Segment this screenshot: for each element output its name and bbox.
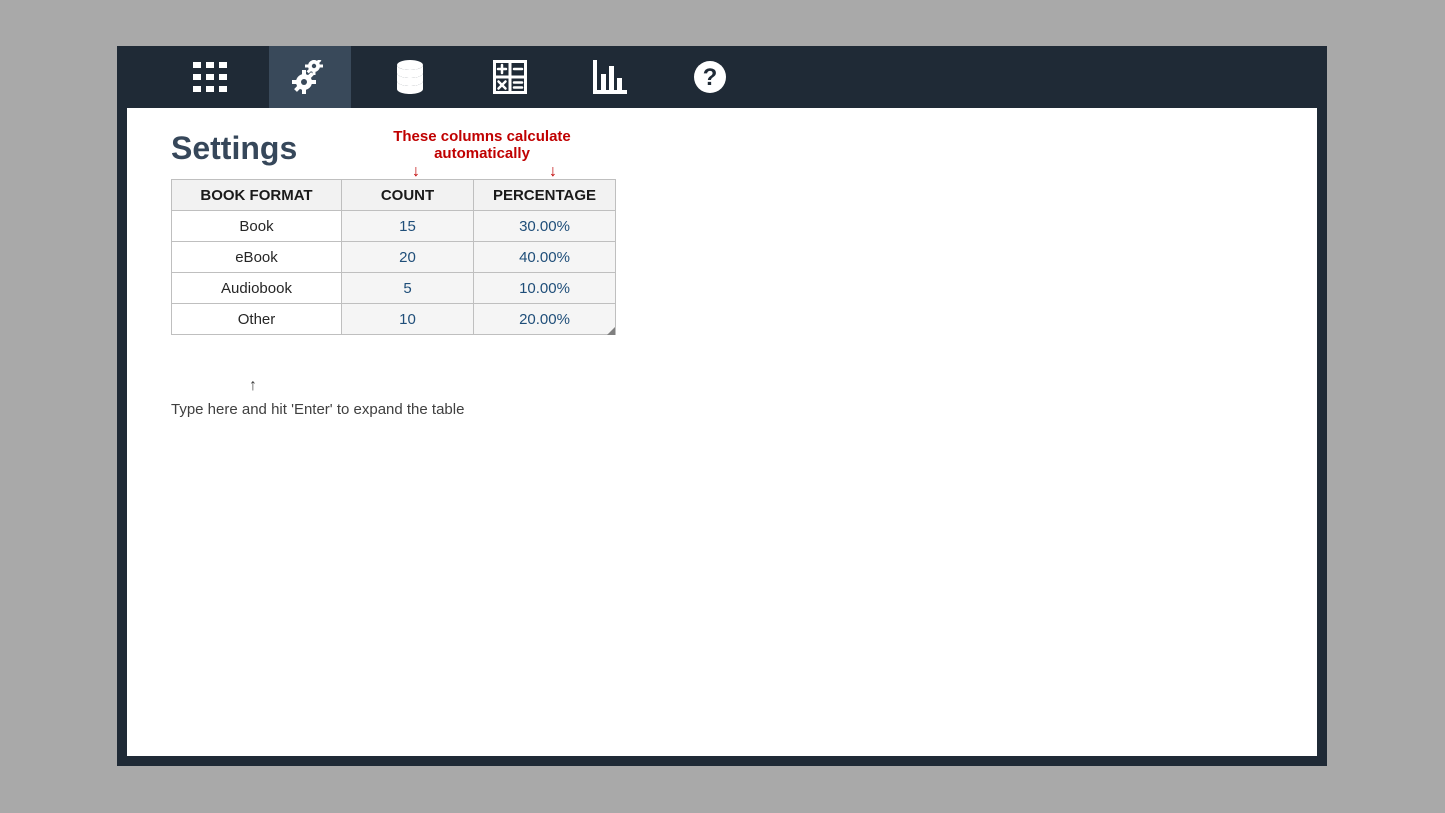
auto-calc-hint: These columns calculate automatically ↓ … [357, 128, 607, 182]
cell-percentage[interactable]: 40.00% [474, 242, 616, 273]
cell-percentage[interactable]: 20.00% [474, 304, 616, 335]
header-count: COUNT [342, 180, 474, 211]
cell-percentage[interactable]: 10.00% [474, 273, 616, 304]
down-arrow-icon: ↓ [549, 164, 557, 180]
apps-icon [193, 62, 227, 92]
table-row[interactable]: Book 15 30.00% [172, 211, 616, 242]
calculator-icon [493, 60, 527, 94]
cell-count[interactable]: 10 [342, 304, 474, 335]
toolbar-help-button[interactable]: ? [669, 46, 751, 108]
header-format: BOOK FORMAT [172, 180, 342, 211]
app-frame: ? Settings These columns calculate autom… [117, 46, 1327, 766]
table-row[interactable]: Other 10 20.00% [172, 304, 616, 335]
toolbar-settings-button[interactable] [269, 46, 351, 108]
down-arrow-icon: ↓ [412, 164, 420, 180]
toolbar: ? [117, 46, 1327, 108]
cell-format[interactable]: eBook [172, 242, 342, 273]
table-row[interactable]: Audiobook 5 10.00% [172, 273, 616, 304]
up-arrow-icon: ↑ [249, 377, 1273, 395]
content-area: Settings These columns calculate automat… [127, 108, 1317, 756]
toolbar-data-button[interactable] [369, 46, 451, 108]
settings-table-wrap: BOOK FORMAT COUNT PERCENTAGE Book 15 30.… [171, 179, 615, 335]
toolbar-apps-button[interactable] [169, 46, 251, 108]
table-resize-handle[interactable] [607, 327, 615, 335]
help-icon: ? [693, 60, 727, 94]
auto-calc-hint-text: These columns calculate automatically [357, 128, 607, 162]
cell-format[interactable]: Book [172, 211, 342, 242]
cell-format[interactable]: Audiobook [172, 273, 342, 304]
database-icon [395, 60, 425, 94]
page-title: Settings [171, 130, 1273, 167]
cell-count[interactable]: 5 [342, 273, 474, 304]
gears-icon [292, 60, 328, 94]
toolbar-chart-button[interactable] [569, 46, 651, 108]
table-row[interactable]: eBook 20 40.00% [172, 242, 616, 273]
table-header-row: BOOK FORMAT COUNT PERCENTAGE [172, 180, 616, 211]
cell-count[interactable]: 20 [342, 242, 474, 273]
header-percentage: PERCENTAGE [474, 180, 616, 211]
svg-text:?: ? [703, 64, 718, 91]
expand-table-hint-text: Type here and hit 'Enter' to expand the … [171, 401, 1273, 418]
cell-percentage[interactable]: 30.00% [474, 211, 616, 242]
bar-chart-icon [593, 60, 627, 94]
toolbar-calc-button[interactable] [469, 46, 551, 108]
settings-table[interactable]: BOOK FORMAT COUNT PERCENTAGE Book 15 30.… [171, 179, 616, 335]
cell-format[interactable]: Other [172, 304, 342, 335]
expand-table-hint: ↑ Type here and hit 'Enter' to expand th… [171, 377, 1273, 418]
cell-count[interactable]: 15 [342, 211, 474, 242]
